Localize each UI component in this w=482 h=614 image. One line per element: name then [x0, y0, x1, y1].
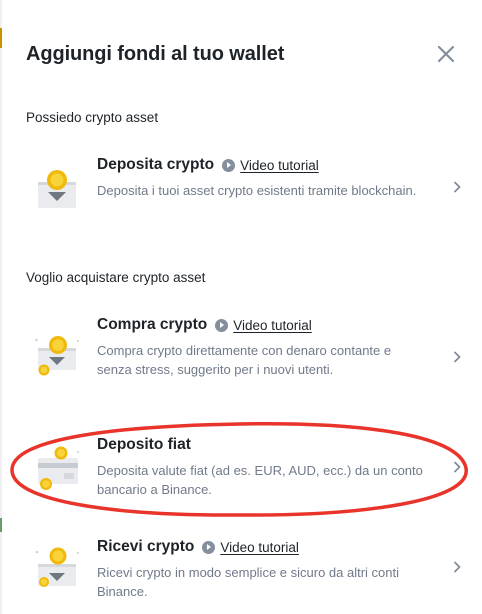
modal-title: Aggiungi fondi al tuo wallet: [26, 43, 285, 65]
video-tutorial-link[interactable]: Video tutorial: [215, 318, 312, 333]
option-description: Ricevi crypto in modo semplice e sicuro …: [97, 565, 400, 599]
option-title: Deposita crypto: [97, 156, 215, 173]
modal-header: Aggiungi fondi al tuo wallet: [26, 38, 462, 70]
highlight-ellipse: [10, 422, 468, 517]
section-label-buy: Voglio acquistare crypto asset: [26, 270, 206, 285]
play-icon: [215, 318, 229, 332]
deposit-crypto-option[interactable]: Deposita crypto Video tutorial Deposita …: [26, 154, 464, 224]
chevron-right-icon: [450, 560, 464, 574]
chevron-right-icon: [450, 350, 464, 364]
section-label-owned: Possiedo crypto asset: [26, 110, 159, 125]
receive-crypto-option[interactable]: Ricevi crypto Video tutorial Ricevi cryp…: [26, 536, 464, 608]
option-description: Compra crypto direttamente con denaro co…: [97, 343, 392, 377]
play-icon: [222, 158, 236, 172]
option-content: Compra crypto Video tutorial Compra cryp…: [97, 314, 424, 379]
background-edge-mark: [0, 28, 2, 48]
play-icon: [202, 540, 216, 554]
video-tutorial-link[interactable]: Video tutorial: [222, 158, 319, 173]
background-edge-mark: [0, 518, 2, 532]
option-title: Compra crypto: [97, 316, 208, 333]
option-description: Deposita i tuoi asset crypto esistenti t…: [97, 183, 417, 198]
crypto-deposit-icon: [34, 162, 82, 210]
buy-crypto-icon: [34, 332, 82, 380]
background-edge: [0, 0, 2, 614]
option-content: Ricevi crypto Video tutorial Ricevi cryp…: [97, 536, 424, 601]
video-tutorial-label: Video tutorial: [233, 317, 312, 333]
receive-crypto-icon: [34, 542, 82, 590]
option-title: Ricevi crypto: [97, 538, 195, 555]
buy-crypto-option[interactable]: Compra crypto Video tutorial Compra cryp…: [26, 314, 464, 404]
option-content: Deposita crypto Video tutorial Deposita …: [97, 154, 424, 200]
video-tutorial-link[interactable]: Video tutorial: [202, 540, 299, 555]
video-tutorial-label: Video tutorial: [220, 539, 299, 555]
video-tutorial-label: Video tutorial: [240, 157, 319, 173]
chevron-right-icon: [450, 180, 464, 194]
close-icon[interactable]: [434, 42, 458, 66]
